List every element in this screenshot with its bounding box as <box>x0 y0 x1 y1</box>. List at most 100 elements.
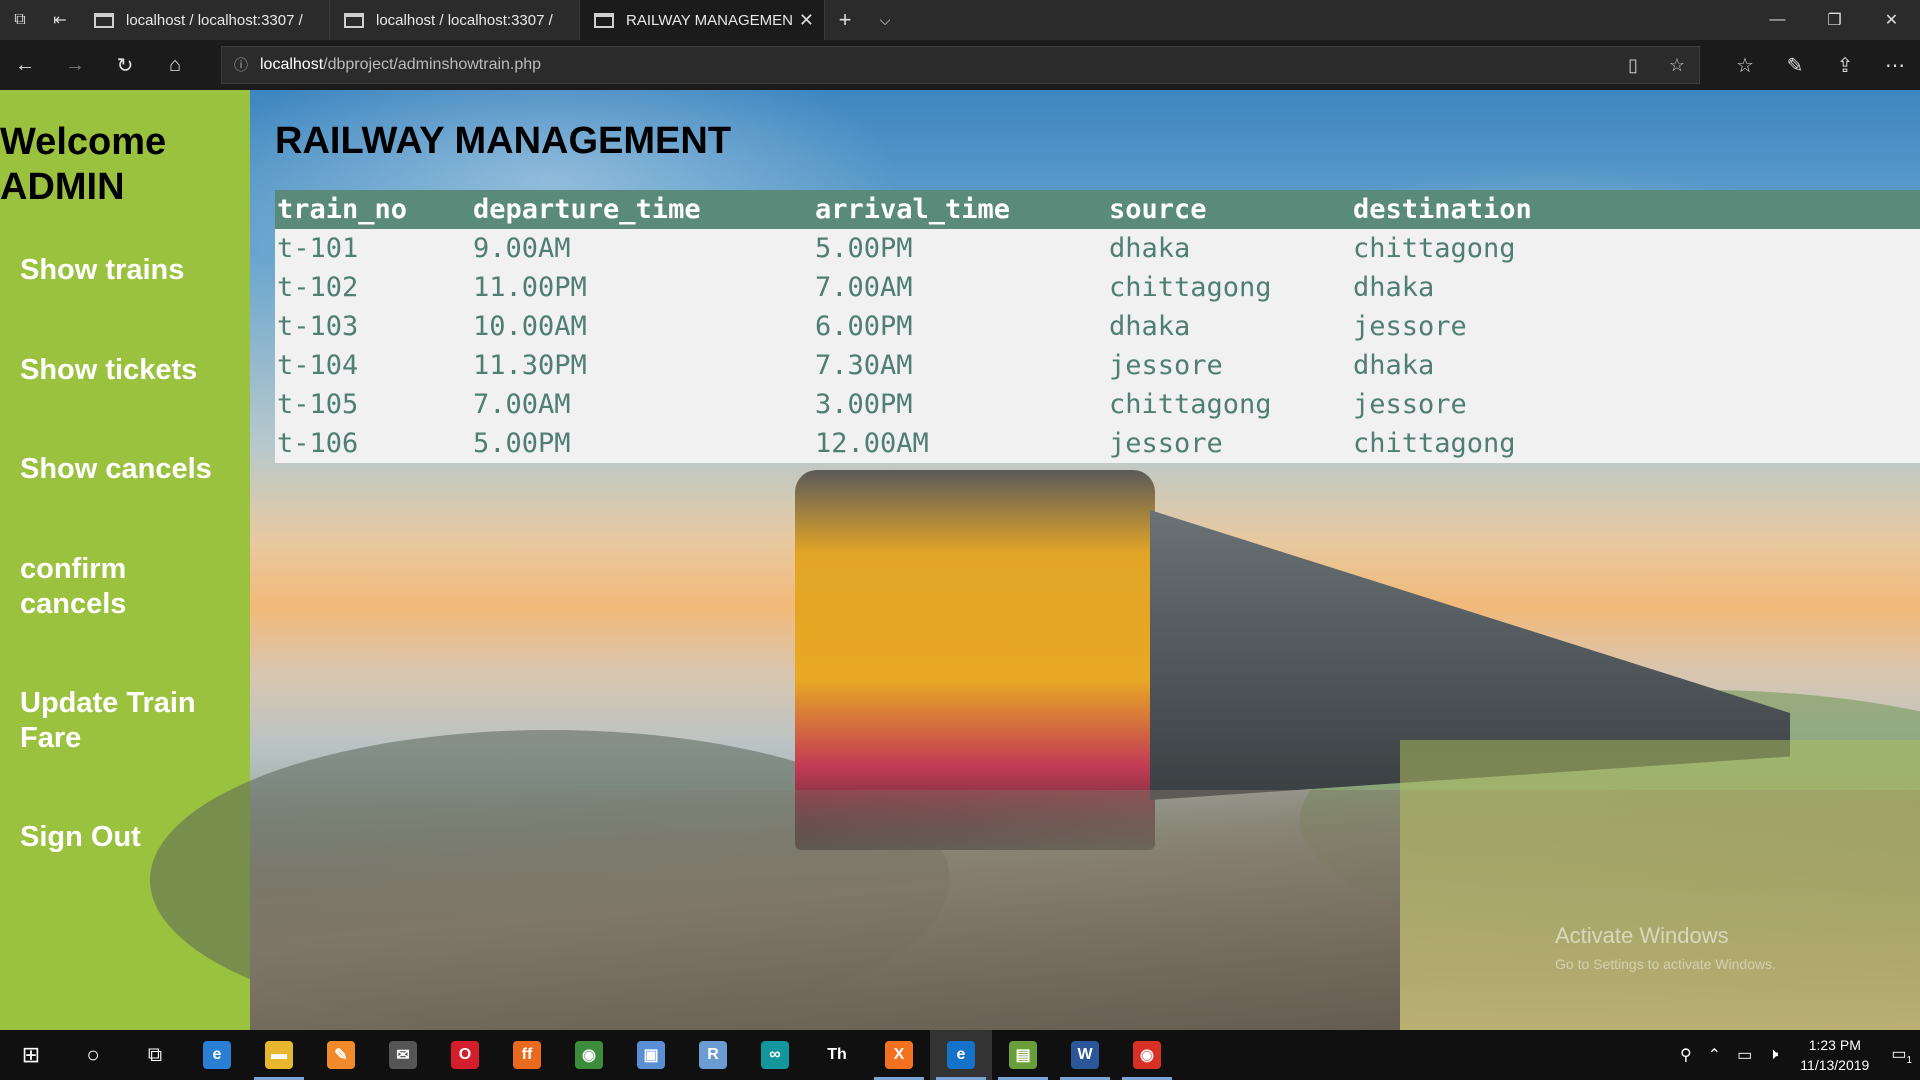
table-cell-source: chittagong <box>1109 389 1272 420</box>
start-windows-icon[interactable]: ⊞ <box>0 1030 62 1080</box>
table-cell-departure-time: 7.00AM <box>473 389 571 420</box>
file-explorer-icon[interactable]: ▬ <box>248 1030 310 1080</box>
search-icon[interactable]: ○ <box>62 1030 124 1080</box>
pen-icon[interactable]: ✎ <box>1770 40 1820 90</box>
word-icon[interactable]: W <box>1054 1030 1116 1080</box>
url-text[interactable]: localhost/dbproject/adminshowtrain.php <box>260 56 1611 74</box>
browser-tab-3[interactable]: RAILWAY MANAGEMEN ✕ <box>580 0 825 40</box>
app-glyph: ◉ <box>575 1041 603 1069</box>
people-icon[interactable]: ⚲ <box>1672 1045 1700 1065</box>
tab-label: RAILWAY MANAGEMEN <box>626 11 793 29</box>
browser-tab-2[interactable]: localhost / localhost:3307 / <box>330 0 580 40</box>
notification-count: 1 <box>1906 1055 1912 1067</box>
table-row: t-103 10.00AM 6.00PM dhaka jessore <box>275 307 1920 346</box>
taskbar-apps: e ▬ ✎ ✉ Off ◉ ▣ R ∞ Th Xe ▤ W ◉ <box>186 1030 1178 1080</box>
close-window-icon[interactable]: ✕ <box>1863 0 1920 40</box>
welcome-heading: Welcome ADMIN <box>0 121 167 208</box>
reading-view-icon[interactable]: ▯ <box>1611 55 1655 76</box>
share-icon[interactable]: ⇪ <box>1820 40 1870 90</box>
notifications-icon[interactable]: ▭1 <box>1883 1044 1920 1066</box>
edge-icon[interactable]: e <box>930 1030 992 1080</box>
address-bar[interactable]: ⓘ localhost/dbproject/adminshowtrain.php… <box>221 46 1700 84</box>
table-cell-departure-time: 11.30PM <box>473 350 587 381</box>
app-glyph: ◉ <box>1133 1041 1161 1069</box>
typora-icon[interactable]: Th <box>806 1030 868 1080</box>
favorites-icon[interactable]: ☆ <box>1720 40 1770 90</box>
table-cell-train-no: t-101 <box>277 233 359 264</box>
windows-taskbar: ⊞ ○ ⧉ e ▬ ✎ ✉ Off ◉ ▣ R ∞ Th Xe ▤ W ◉ ⚲ ⌃ ▭ 🕨 1:23 PM… <box>0 1030 1920 1080</box>
table-cell-destination: jessore <box>1353 389 1467 420</box>
paint-icon[interactable]: ✎ <box>310 1030 372 1080</box>
app-glyph: ▬ <box>265 1041 293 1069</box>
tab-label: localhost / localhost:3307 / <box>376 11 553 29</box>
tab-label: localhost / localhost:3307 / <box>126 11 303 29</box>
task-view-icon[interactable]: ⧉ <box>124 1030 186 1080</box>
new-tab-icon[interactable]: + <box>825 0 865 40</box>
chevron-down-icon[interactable]: ⌵ <box>865 0 905 40</box>
sidebar-link-show-trains[interactable]: Show trains <box>20 253 240 288</box>
sidebar-link-show-tickets[interactable]: Show tickets <box>20 353 240 388</box>
notepad-icon[interactable]: ▤ <box>992 1030 1054 1080</box>
url-path: /dbproject/adminshowtrain.php <box>323 56 542 73</box>
clock-date: 11/13/2019 <box>1800 1057 1870 1073</box>
refresh-icon[interactable]: ↻ <box>100 40 150 90</box>
main-panel: RAILWAY MANAGEMENT train_no departure_ti… <box>150 90 1920 1030</box>
back-icon[interactable]: ← <box>0 40 50 90</box>
table-cell-departure-time: 9.00AM <box>473 233 571 264</box>
app-glyph: ✎ <box>327 1041 355 1069</box>
table-cell-arrival-time: 12.00AM <box>815 428 929 459</box>
forward-icon[interactable]: → <box>50 40 100 90</box>
table-row: t-106 5.00PM 12.00AM jessore chittagong <box>275 424 1920 463</box>
chrome-icon[interactable]: ◉ <box>558 1030 620 1080</box>
chevron-up-icon[interactable]: ⌃ <box>1700 1045 1729 1065</box>
browser-tab-bar: ⧉ ⇤ localhost / localhost:3307 / localho… <box>0 0 1920 40</box>
browser-tab-1[interactable]: localhost / localhost:3307 / <box>80 0 330 40</box>
page-icon <box>344 12 364 28</box>
arduino-icon[interactable]: ∞ <box>744 1030 806 1080</box>
table-cell-destination: jessore <box>1353 311 1467 342</box>
info-icon[interactable]: ⓘ <box>222 55 260 75</box>
table-row: t-105 7.00AM 3.00PM chittagong jessore <box>275 385 1920 424</box>
table-cell-source: chittagong <box>1109 272 1272 303</box>
table-cell-destination: dhaka <box>1353 272 1435 303</box>
chrome-icon[interactable]: ◉ <box>1116 1030 1178 1080</box>
page-icon <box>94 12 114 28</box>
table-cell-train-no: t-103 <box>277 311 359 342</box>
app-glyph: W <box>1071 1041 1099 1069</box>
page-icon <box>594 12 614 28</box>
star-icon[interactable]: ☆ <box>1655 55 1699 76</box>
table-cell-departure-time: 10.00AM <box>473 311 587 342</box>
page-content: Welcome ADMIN Show trains Show tickets S… <box>0 90 1920 1030</box>
xampp-icon[interactable]: X <box>868 1030 930 1080</box>
set-aside-tabs-icon[interactable]: ⇤ <box>40 0 80 40</box>
activate-windows-subtext: Go to Settings to activate Windows. <box>1555 956 1776 972</box>
sidebar-link-confirm-cancels[interactable]: confirm cancels <box>20 552 240 622</box>
table-row: t-104 11.30PM 7.30AM jessore dhaka <box>275 346 1920 385</box>
virtualbox-icon[interactable]: ▣ <box>620 1030 682 1080</box>
firefox-icon[interactable]: ff <box>496 1030 558 1080</box>
clock[interactable]: 1:23 PM 11/13/2019 <box>1786 1035 1883 1075</box>
table-cell-train-no: t-106 <box>277 428 359 459</box>
opera-icon[interactable]: O <box>434 1030 496 1080</box>
close-tab-icon[interactable]: ✕ <box>799 10 814 31</box>
edge-legacy-icon[interactable]: e <box>186 1030 248 1080</box>
more-icon[interactable]: ⋯ <box>1870 40 1920 90</box>
r-icon[interactable]: R <box>682 1030 744 1080</box>
app-glyph: ▤ <box>1009 1041 1037 1069</box>
mail-icon[interactable]: ✉ <box>372 1030 434 1080</box>
column-header: departure_time <box>473 194 701 225</box>
sidebar-link-show-cancels[interactable]: Show cancels <box>20 452 240 487</box>
table-cell-destination: dhaka <box>1353 350 1435 381</box>
restore-icon[interactable]: ❐ <box>1806 0 1863 40</box>
column-header: train_no <box>277 194 408 225</box>
battery-icon[interactable]: ▭ <box>1729 1045 1760 1065</box>
table-cell-train-no: t-104 <box>277 350 359 381</box>
home-icon[interactable]: ⌂ <box>150 40 200 90</box>
app-glyph: e <box>203 1041 231 1069</box>
activate-windows-watermark: Activate Windows <box>1555 923 1729 948</box>
minimize-icon[interactable]: — <box>1749 0 1806 40</box>
tab-actions-icon[interactable]: ⧉ <box>0 0 40 40</box>
column-header: source <box>1109 194 1207 225</box>
sidebar-link-update-train-fare[interactable]: Update Train Fare <box>20 686 240 756</box>
volume-mute-icon[interactable]: 🕨 <box>1760 1046 1786 1064</box>
